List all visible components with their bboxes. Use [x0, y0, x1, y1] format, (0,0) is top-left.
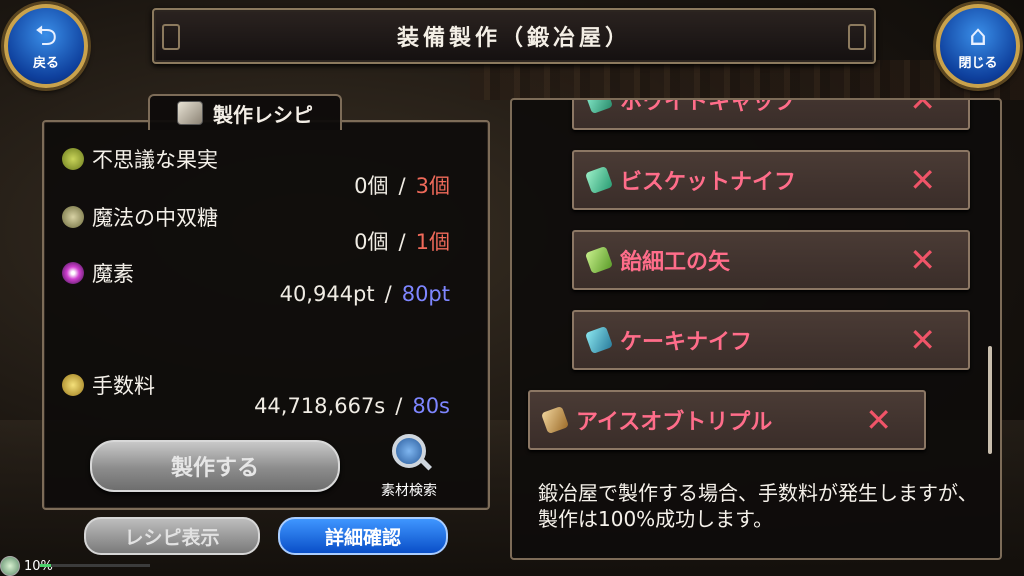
item-list[interactable]: ホワイトキャップ ✕ ビスケットナイフ ✕ 飴細工の矢 ✕ ケーキナイフ ✕ ア…: [520, 100, 990, 460]
material-need: 1個: [415, 230, 450, 254]
close-button[interactable]: ⌂ 閉じる: [936, 4, 1020, 88]
recipe-view-button[interactable]: レシピ表示: [84, 517, 260, 555]
fee-row: 手数料: [62, 370, 155, 400]
material-quantity: 0個/1個: [354, 230, 450, 254]
page-title: 装備製作（鍛冶屋）: [396, 26, 631, 51]
cake-knife-item-icon: [584, 325, 614, 355]
item-name: 飴細工の矢: [620, 250, 731, 275]
material-name: 魔法の中双糖: [92, 206, 218, 230]
back-button[interactable]: ⮌ 戻る: [4, 4, 88, 88]
unavailable-x-icon: ✕: [909, 241, 936, 279]
exp-orb-icon: [0, 556, 20, 576]
fee-need: 80s: [412, 394, 450, 418]
coin-icon: [62, 374, 84, 396]
knife-item-icon: [584, 165, 614, 195]
mana-orb-icon: [62, 262, 84, 284]
list-item[interactable]: ケーキナイフ ✕: [572, 310, 970, 370]
unavailable-x-icon: ✕: [865, 401, 892, 439]
material-have: 40,944pt: [279, 282, 375, 306]
fee-quantity: 44,718,667s/80s: [254, 394, 450, 418]
item-name: ケーキナイフ: [620, 330, 753, 355]
exp-bar-fill: [40, 564, 51, 567]
craft-button[interactable]: 製作する: [90, 440, 340, 492]
close-button-label: 閉じる: [958, 55, 998, 71]
unavailable-x-icon: ✕: [909, 161, 936, 199]
material-search-button[interactable]: 素材検索: [366, 434, 452, 500]
item-list-scrollbar[interactable]: [988, 346, 992, 454]
back-button-label: 戻る: [32, 55, 59, 71]
list-item[interactable]: ビスケットナイフ ✕: [572, 150, 970, 210]
material-name: 魔素: [92, 262, 134, 286]
list-item[interactable]: ホワイトキャップ ✕: [572, 100, 970, 130]
material-have: 0個: [354, 174, 389, 198]
material-need: 80pt: [401, 282, 450, 306]
sugar-bag-icon: [62, 206, 84, 228]
back-arrow-icon: ⮌: [34, 18, 58, 52]
unavailable-x-icon: ✕: [909, 100, 936, 119]
recipe-panel-title: 製作レシピ: [213, 102, 313, 127]
exp-indicator: 10%: [0, 556, 150, 576]
item-name: ホワイトキャップ: [620, 100, 797, 115]
fee-name: 手数料: [92, 374, 155, 398]
unavailable-x-icon: ✕: [909, 321, 936, 359]
fee-have: 44,718,667s: [254, 394, 386, 418]
item-name: ビスケットナイフ: [620, 170, 797, 195]
material-quantity: 0個/3個: [354, 174, 450, 198]
cap-item-icon: [584, 100, 614, 115]
material-have: 0個: [354, 230, 389, 254]
list-item-selected[interactable]: アイスオブトリプル ✕: [528, 390, 926, 450]
exp-bar: [40, 564, 150, 567]
material-row: 魔素: [62, 258, 134, 288]
ice-cone-item-icon: [540, 405, 570, 435]
title-ornament-right: [848, 24, 866, 50]
list-item[interactable]: 飴細工の矢 ✕: [572, 230, 970, 290]
title-bar: 装備製作（鍛冶屋）: [152, 8, 876, 64]
recipe-panel-header: 製作レシピ: [148, 94, 342, 130]
material-quantity: 40,944pt/80pt: [279, 282, 450, 306]
title-ornament-left: [162, 24, 180, 50]
magnifier-icon: [392, 434, 426, 468]
material-row: 魔法の中双糖: [62, 202, 218, 232]
detail-check-button[interactable]: 詳細確認: [278, 517, 448, 555]
item-name: アイスオブトリプル: [576, 410, 773, 435]
material-name: 不思議な果実: [92, 148, 218, 172]
home-icon: ⌂: [969, 18, 987, 52]
material-search-label: 素材検索: [381, 483, 437, 499]
material-need: 3個: [415, 174, 450, 198]
fruit-icon: [62, 148, 84, 170]
material-row: 不思議な果実: [62, 144, 218, 174]
recipe-scroll-icon: [177, 101, 203, 125]
crafting-info-message: 鍛冶屋で製作する場合、手数料が発生しますが、製作は100%成功します。: [538, 481, 978, 531]
arrow-item-icon: [584, 245, 614, 275]
